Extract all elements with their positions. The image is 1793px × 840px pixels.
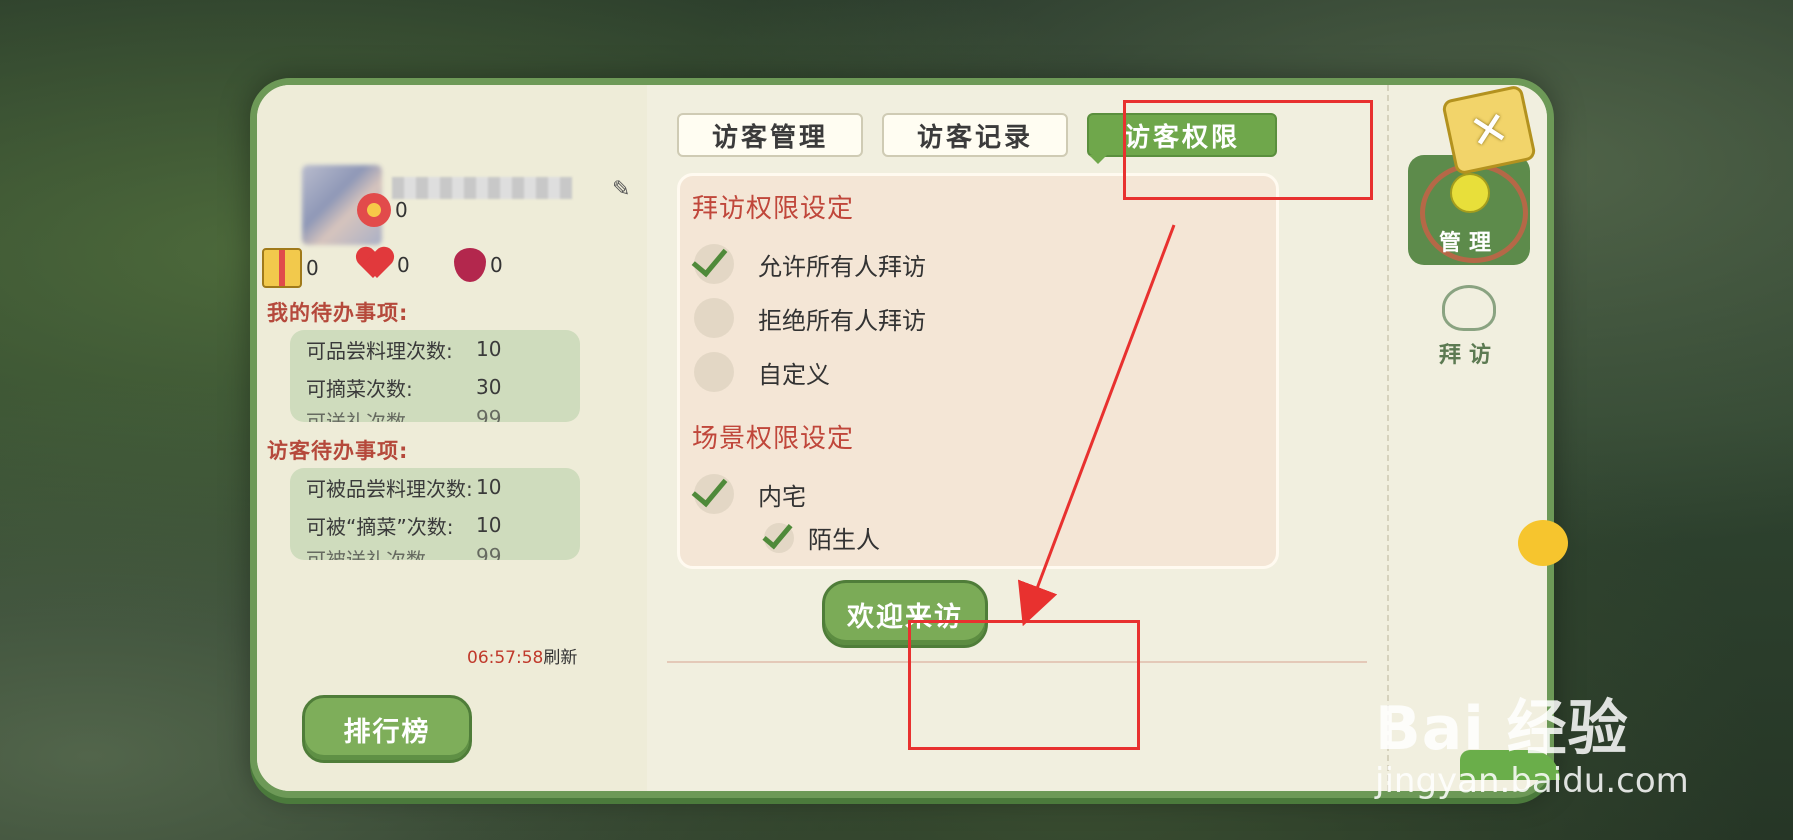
watermark-url: jingyan.baidu.com (1375, 761, 1689, 801)
baidu-watermark: Bai 经验 jingyan.baidu.com (1375, 680, 1689, 801)
watermark-brand: Bai 经验 (1375, 694, 1629, 764)
